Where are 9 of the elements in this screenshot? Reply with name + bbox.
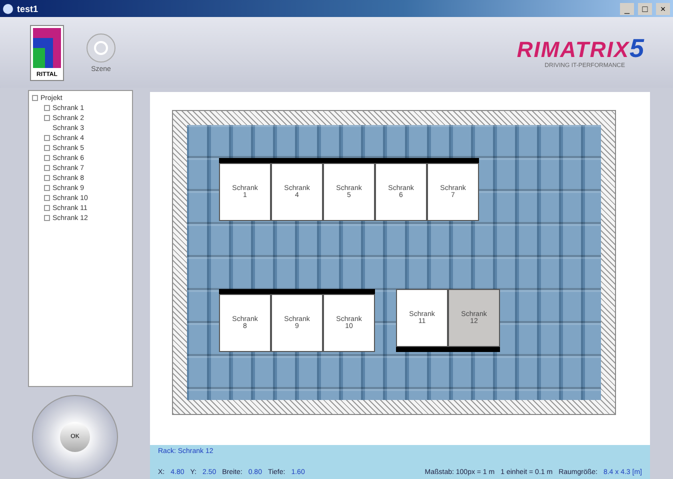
brand-logo: RIMATRIX5 (516, 36, 645, 62)
window-control-button[interactable]: □ (638, 2, 652, 14)
disc-icon (86, 32, 116, 62)
logo-icon (33, 28, 61, 68)
window-control-button[interactable]: _ (620, 2, 634, 14)
expander-icon[interactable] (32, 95, 38, 101)
window-title: test1 (17, 4, 40, 14)
window-control-button[interactable]: × (656, 2, 670, 14)
app-icon (3, 4, 13, 14)
